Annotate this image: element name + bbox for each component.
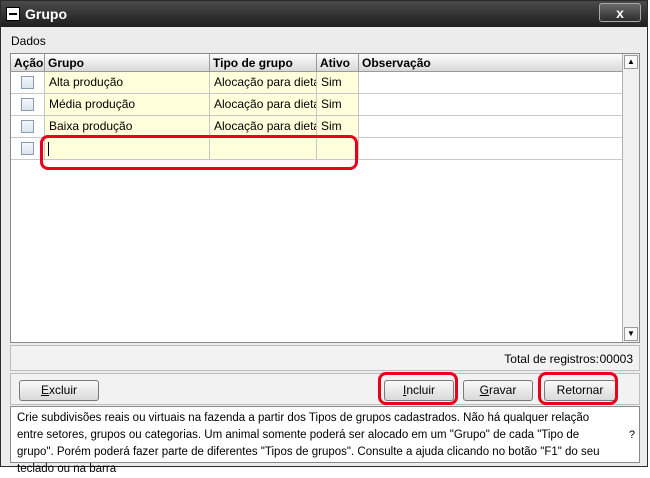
total-records-label: Total de registros: <box>504 352 599 366</box>
table-row-new[interactable] <box>11 138 623 160</box>
grupo-cell[interactable]: Baixa produção <box>45 116 210 138</box>
ativo-cell[interactable]: Sim <box>317 72 359 94</box>
incluir-label: ncluir <box>406 383 436 397</box>
vertical-scrollbar[interactable]: ▲ ▼ <box>622 54 639 342</box>
button-bar: Excluir Incluir Gravar Retornar <box>10 373 640 405</box>
table-row[interactable]: Baixa produção Alocação para dietas Sim <box>11 116 623 138</box>
column-header-grupo[interactable]: Grupo <box>45 54 210 72</box>
tipo-cell[interactable]: Alocação para dietas <box>210 72 317 94</box>
help-question-icon[interactable]: ? <box>629 429 635 441</box>
row-checkbox[interactable] <box>21 142 34 155</box>
title-bar[interactable]: Grupo x <box>1 1 647 27</box>
observacao-cell[interactable] <box>359 72 623 94</box>
observacao-cell[interactable] <box>359 94 623 116</box>
section-label-dados: Dados <box>11 34 46 48</box>
column-header-observacao[interactable]: Observação <box>359 54 623 72</box>
table-row[interactable]: Média produção Alocação para dietas Sim <box>11 94 623 116</box>
grupo-cell-editing[interactable] <box>45 138 210 160</box>
excluir-button[interactable]: Excluir <box>19 380 99 401</box>
column-header-tipo-de-grupo[interactable]: Tipo de grupo <box>210 54 317 72</box>
total-records-value: 00003 <box>599 352 633 366</box>
text-caret <box>48 142 49 156</box>
window-title: Grupo <box>25 6 67 22</box>
tipo-cell[interactable]: Alocação para dietas <box>210 116 317 138</box>
scroll-up-icon[interactable]: ▲ <box>624 55 638 69</box>
row-checkbox[interactable] <box>21 76 34 89</box>
row-action-cell <box>11 94 45 116</box>
ativo-cell[interactable]: Sim <box>317 94 359 116</box>
ativo-cell[interactable]: Sim <box>317 116 359 138</box>
help-text: Crie subdivisões reais ou virtuais na fa… <box>17 412 600 475</box>
grupo-cell[interactable]: Alta produção <box>45 72 210 94</box>
retornar-button[interactable]: Retornar <box>544 380 616 401</box>
gravar-hotkey: G <box>479 383 489 397</box>
help-panel: Crie subdivisões reais ou virtuais na fa… <box>10 406 640 475</box>
gravar-label: ravar <box>489 383 517 397</box>
tipo-cell[interactable]: Alocação para dietas <box>210 94 317 116</box>
scroll-down-icon[interactable]: ▼ <box>624 327 638 341</box>
close-button[interactable]: x <box>599 3 641 22</box>
row-action-cell <box>11 138 45 160</box>
observacao-cell[interactable] <box>359 138 623 160</box>
row-checkbox[interactable] <box>21 98 34 111</box>
grupo-cell[interactable]: Média produção <box>45 94 210 116</box>
excluir-label: xcluir <box>49 383 78 397</box>
table-row[interactable]: Alta produção Alocação para dietas Sim <box>11 72 623 94</box>
row-checkbox[interactable] <box>21 120 34 133</box>
column-header-acao[interactable]: Ação <box>11 54 45 72</box>
grupo-window: Grupo x Dados Ação Grupo Tipo de grupo A… <box>0 0 648 475</box>
ativo-cell[interactable] <box>317 138 359 160</box>
totals-bar: Total de registros: 00003 <box>10 345 640 371</box>
incluir-button[interactable]: Incluir <box>384 380 454 401</box>
row-action-cell <box>11 116 45 138</box>
excluir-hotkey: E <box>40 383 49 397</box>
gravar-button[interactable]: Gravar <box>463 380 533 401</box>
column-header-ativo[interactable]: Ativo <box>317 54 359 72</box>
grupo-table: Ação Grupo Tipo de grupo Ativo Observaçã… <box>10 53 640 343</box>
observacao-cell[interactable] <box>359 116 623 138</box>
system-menu-icon[interactable] <box>6 7 20 21</box>
retornar-label: Retornar <box>556 383 604 397</box>
row-action-cell <box>11 72 45 94</box>
tipo-cell[interactable] <box>210 138 317 160</box>
